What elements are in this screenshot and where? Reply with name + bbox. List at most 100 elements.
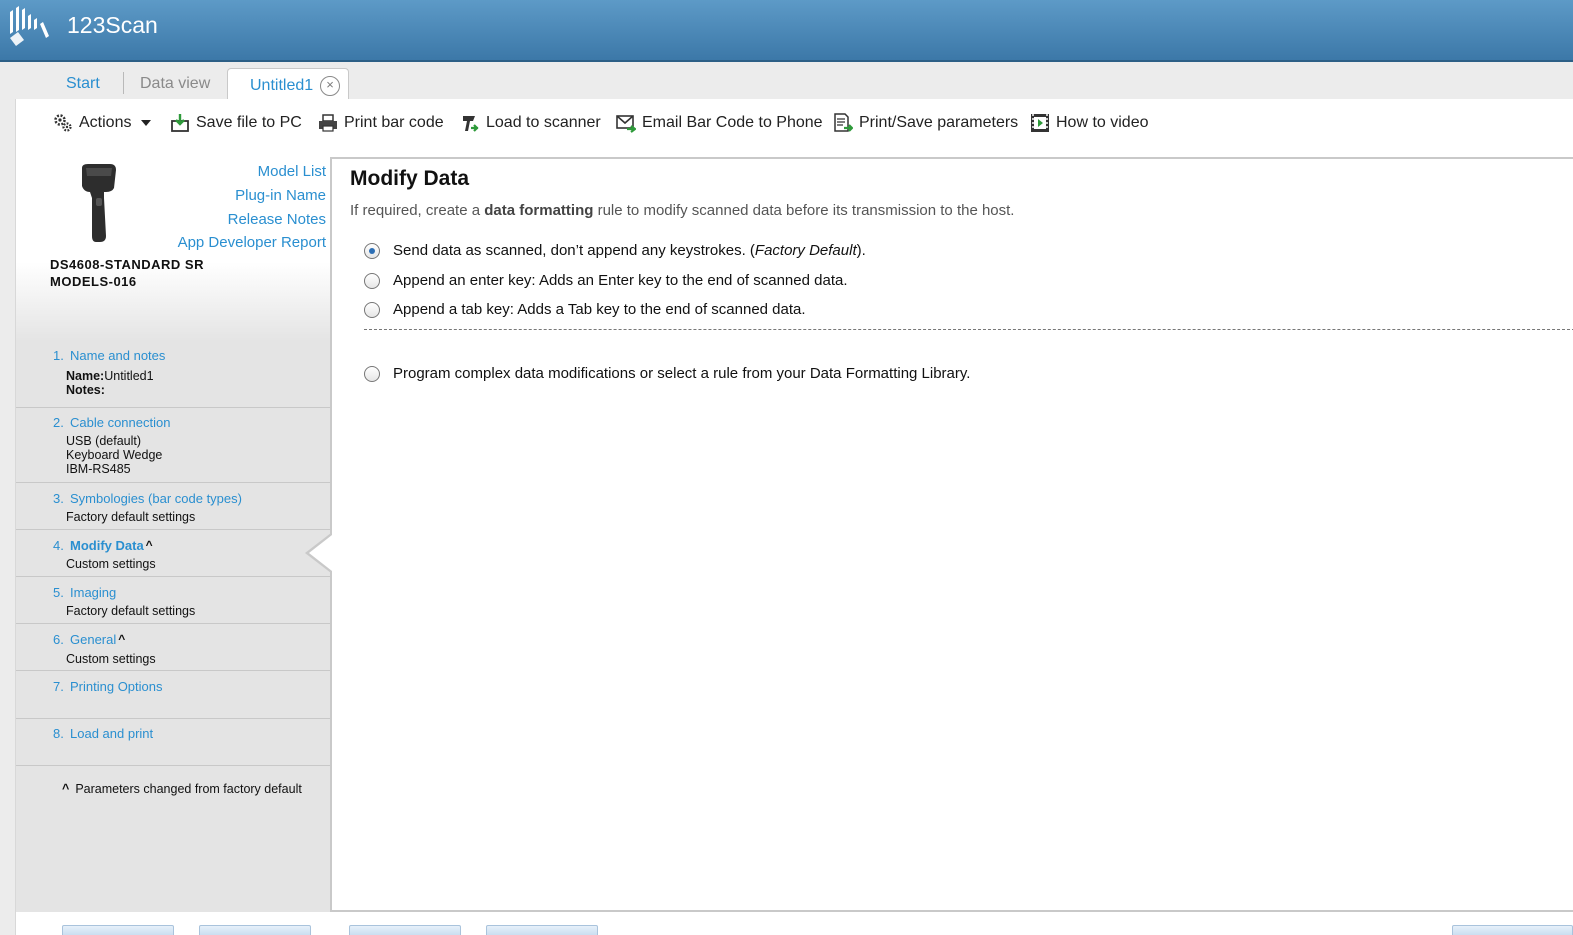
step-number: 6.: [53, 632, 64, 647]
option-append-enter[interactable]: Append an enter key: Adds an Enter key t…: [364, 272, 848, 289]
name-line: Name:Untitled1: [66, 369, 154, 383]
actions-menu-button[interactable]: Actions: [53, 113, 152, 133]
radio-button[interactable]: [364, 272, 380, 289]
printer-icon: [319, 114, 337, 132]
close-icon[interactable]: ×: [320, 76, 340, 96]
step-title[interactable]: 8. Load and print: [53, 726, 153, 741]
step-number: 7.: [53, 679, 64, 694]
save-file-button[interactable]: Save file to PC: [170, 113, 302, 133]
notes-label: Notes:: [66, 383, 105, 397]
radio-button[interactable]: [364, 365, 380, 382]
save-file-label: Save file to PC: [196, 114, 302, 131]
step-number: 1.: [53, 348, 64, 363]
step-details: Name:Untitled1 Notes:: [66, 369, 154, 397]
step-details: Custom settings: [66, 652, 156, 666]
step-details: USB (default) Keyboard Wedge IBM-RS485: [66, 434, 162, 476]
option-label: Program complex data modifications or se…: [393, 365, 971, 382]
save-icon: [171, 114, 189, 132]
footnote-marker: ^: [62, 782, 70, 796]
release-notes-link[interactable]: Release Notes: [228, 211, 326, 228]
option-send-as-scanned[interactable]: Send data as scanned, don’t append any k…: [364, 242, 866, 259]
bottom-nav-button[interactable]: [1452, 925, 1573, 935]
option-text-italic: Factory Default: [754, 242, 857, 259]
step-title[interactable]: 4. Modify Data ^: [53, 538, 153, 553]
step-details: Factory default settings: [66, 510, 196, 524]
page-title: Modify Data: [350, 167, 470, 190]
bottom-nav-button[interactable]: [199, 925, 311, 935]
options-divider: [364, 329, 1573, 330]
print-bar-code-label: Print bar code: [344, 114, 444, 131]
step-number: 2.: [53, 415, 64, 430]
step-label: Name and notes: [70, 348, 166, 363]
step-cable-connection[interactable]: 2. Cable connection USB (default) Keyboar…: [16, 408, 330, 483]
step-label: Load and print: [70, 726, 154, 741]
step-label: Imaging: [70, 585, 117, 600]
tab-data-view[interactable]: Data view: [140, 75, 210, 93]
step-title[interactable]: 5. Imaging: [53, 585, 116, 600]
changed-params-footnote: ^ Parameters changed from factory default: [62, 782, 302, 796]
model-name-line1: DS4608-STANDARD SR: [50, 257, 204, 272]
cable-option: IBM-RS485: [66, 462, 131, 476]
page-description: If required, create a data formatting ru…: [350, 202, 1014, 219]
step-title[interactable]: 3. Symbologies (bar code types): [53, 491, 242, 506]
model-list-link[interactable]: Model List: [258, 163, 326, 180]
radio-button-selected[interactable]: [364, 242, 380, 259]
email-bar-code-button[interactable]: Email Bar Code to Phone: [616, 113, 823, 133]
desc-text: If required, create a: [350, 202, 485, 219]
step-title[interactable]: 7. Printing Options: [53, 679, 163, 694]
app-title: 123Scan: [67, 12, 158, 38]
model-name-line2: MODELS-016: [50, 274, 137, 289]
tab-untitled1[interactable]: Untitled1 ×: [227, 68, 349, 102]
email-icon: [616, 115, 636, 133]
step-title[interactable]: 6. General ^: [53, 632, 125, 647]
option-append-tab[interactable]: Append a tab key: Adds a Tab key to the …: [364, 301, 806, 318]
desc-text: rule to modify scanned data before its t…: [593, 202, 1015, 219]
tab-strip: Start Data view Untitled1 ×: [0, 64, 1573, 102]
step-general[interactable]: 6. General ^ Custom settings: [16, 624, 330, 671]
plugin-name-link[interactable]: Plug-in Name: [235, 187, 326, 204]
email-bar-code-label: Email Bar Code to Phone: [642, 114, 823, 131]
bottom-nav-button[interactable]: [349, 925, 461, 935]
step-printing-options[interactable]: 7. Printing Options: [16, 671, 330, 719]
print-save-parameters-button[interactable]: Print/Save parameters: [833, 113, 1018, 133]
current-step-pointer-fill: [309, 535, 332, 571]
changed-marker: ^: [118, 632, 126, 646]
tab-start[interactable]: Start: [66, 75, 100, 93]
app-developer-report-link[interactable]: App Developer Report: [178, 234, 326, 251]
step-details: Custom settings: [66, 557, 156, 571]
load-to-scanner-button[interactable]: Load to scanner: [460, 113, 601, 133]
bottom-nav-button[interactable]: [62, 925, 174, 935]
step-label: Symbologies (bar code types): [70, 491, 242, 506]
radio-button[interactable]: [364, 301, 380, 318]
step-label: Printing Options: [70, 679, 163, 694]
cable-option: USB (default): [66, 434, 142, 448]
actions-label: Actions: [79, 114, 132, 131]
how-to-video-button[interactable]: How to video: [1030, 113, 1149, 133]
bottom-nav-button[interactable]: [486, 925, 598, 935]
step-name-and-notes[interactable]: 1. Name and notes Name:Untitled1 Notes:: [16, 340, 330, 408]
tab-separator: [123, 72, 124, 94]
video-icon: [1031, 114, 1049, 132]
zebra-logo-icon: [10, 6, 49, 46]
step-load-and-print[interactable]: 8. Load and print: [16, 719, 330, 766]
notes-line: Notes:: [66, 383, 154, 397]
step-details: Factory default settings: [66, 604, 196, 618]
option-complex-modifications[interactable]: Program complex data modifications or se…: [364, 365, 970, 382]
step-label: General: [70, 632, 117, 647]
device-model-name: DS4608-STANDARD SR MODELS-016: [50, 256, 204, 290]
scanner-device-image: [82, 164, 116, 242]
toolbar: Actions Save file to PC Print bar code L: [15, 100, 1573, 150]
option-label: Send data as scanned, don’t append any k…: [393, 242, 866, 259]
gear-icon: [54, 114, 72, 132]
step-number: 4.: [53, 538, 64, 553]
step-symbologies[interactable]: 3. Symbologies (bar code types) Factory d…: [16, 483, 330, 530]
cable-option: Keyboard Wedge: [66, 448, 163, 462]
title-bar: 123Scan: [0, 0, 1573, 62]
step-label: Modify Data: [70, 538, 144, 553]
step-imaging[interactable]: 5. Imaging Factory default settings: [16, 577, 330, 624]
step-modify-data[interactable]: 4. Modify Data ^ Custom settings: [16, 530, 330, 577]
print-bar-code-button[interactable]: Print bar code: [318, 113, 444, 133]
step-title[interactable]: 2. Cable connection: [53, 415, 170, 430]
step-title[interactable]: 1. Name and notes: [53, 348, 165, 363]
step-label: Cable connection: [70, 415, 171, 430]
